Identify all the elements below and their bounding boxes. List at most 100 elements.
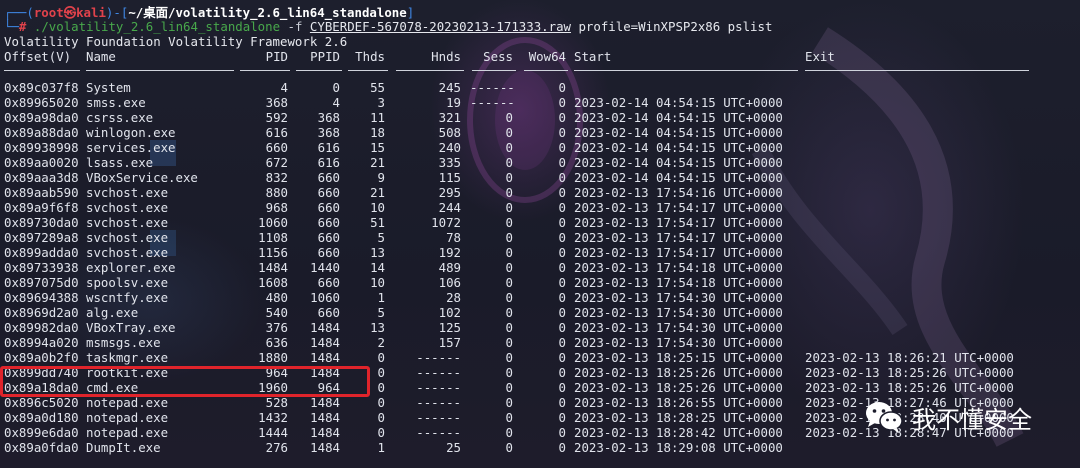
cell-pid: 1444 — [258, 425, 288, 440]
cell-ppid: 660 — [317, 215, 340, 230]
cell-ppid: 660 — [317, 275, 340, 290]
cell-offset: 0x89a0b2f0 — [4, 350, 79, 365]
cell-offset: 0x89aaa3d8 — [4, 170, 79, 185]
cell-thds: 21 — [370, 155, 385, 170]
cell-offset: 0x89a9f6f8 — [4, 200, 79, 215]
cell-thds: 51 — [370, 215, 385, 230]
cell-pid: 660 — [265, 140, 288, 155]
cell-name: VBoxService.exe — [86, 170, 198, 185]
cell-ppid: 660 — [317, 200, 340, 215]
cell-ppid: 616 — [317, 155, 340, 170]
cell-exit — [805, 290, 1025, 305]
command-flag: -f — [287, 19, 303, 34]
cell-wow64: 0 — [558, 245, 566, 260]
table-row: 0x89965020 smss.exe 368 4 3 19 ------ 0 2023-02-… — [0, 95, 1080, 110]
cell-offset: 0x89965020 — [4, 95, 79, 110]
cell-sess: 0 — [505, 260, 513, 275]
cell-offset: 0x89a0fda0 — [4, 440, 79, 455]
wechat-icon — [866, 402, 903, 433]
terminal-window[interactable]: ┌──(root㉿kali)-[~/桌面/volatility_2.6_lin6… — [0, 0, 1080, 468]
cell-ppid: 660 — [317, 170, 340, 185]
cell-start: 2023-02-14 04:54:15 UTC+0000 — [574, 155, 783, 170]
cell-name: svchost.exe — [86, 245, 169, 260]
cell-thds: 0 — [377, 410, 385, 425]
cell-sess: 0 — [505, 335, 513, 350]
cell-ppid: 660 — [317, 305, 340, 320]
cell-hnds: 1072 — [431, 215, 461, 230]
cell-hnds: ------ — [416, 380, 461, 395]
cell-sess: 0 — [505, 245, 513, 260]
cell-exit — [805, 80, 1025, 95]
cell-sess: 0 — [505, 395, 513, 410]
cell-wow64: 0 — [558, 365, 566, 380]
highlight-box — [0, 366, 370, 397]
cell-hnds: ------ — [416, 395, 461, 410]
cell-ppid: 1484 — [310, 335, 340, 350]
cell-ppid: 4 — [332, 95, 340, 110]
cell-offset: 0x89694388 — [4, 290, 79, 305]
table-row: 0x89982da0 VBoxTray.exe 376 1484 13 125 0 0 2023… — [0, 320, 1080, 335]
prompt-hash: # — [18, 19, 27, 34]
cell-name: svchost.exe — [86, 200, 169, 215]
cell-start: 2023-02-13 18:26:55 UTC+0000 — [574, 395, 783, 410]
cell-name: winlogon.exe — [86, 125, 176, 140]
cell-ppid: 616 — [317, 140, 340, 155]
cell-hnds: ------ — [416, 425, 461, 440]
cell-pid: 1432 — [258, 410, 288, 425]
cell-ppid: 368 — [317, 125, 340, 140]
cell-offset: 0x899e6da0 — [4, 425, 79, 440]
cell-start: 2023-02-13 18:28:25 UTC+0000 — [574, 410, 783, 425]
cell-sess: 0 — [505, 170, 513, 185]
cell-wow64: 0 — [558, 275, 566, 290]
cell-start: 2023-02-13 17:54:17 UTC+0000 — [574, 215, 783, 230]
cell-ppid: 1484 — [310, 425, 340, 440]
cell-wow64: 0 — [558, 110, 566, 125]
cell-sess: 0 — [505, 410, 513, 425]
cell-hnds: 78 — [446, 230, 461, 245]
cell-offset: 0x89982da0 — [4, 320, 79, 335]
cell-ppid: 1060 — [310, 290, 340, 305]
cell-pid: 1156 — [258, 245, 288, 260]
cell-exit — [805, 320, 1025, 335]
col-name: Name — [86, 49, 116, 64]
table-header: Offset(V) Name PID PPID Thds Hnds Sess W… — [0, 49, 1080, 65]
prompt-at-symbol: ㉿ — [63, 5, 77, 20]
cell-start: 2023-02-13 17:54:30 UTC+0000 — [574, 305, 783, 320]
cell-sess: 0 — [505, 140, 513, 155]
cell-sess: 0 — [505, 230, 513, 245]
cell-wow64: 0 — [558, 425, 566, 440]
cell-thds: 10 — [370, 275, 385, 290]
cell-exit — [805, 185, 1025, 200]
cell-exit — [805, 245, 1025, 260]
cell-hnds: 102 — [438, 305, 461, 320]
cell-hnds: 115 — [438, 170, 461, 185]
cell-name: notepad.exe — [86, 395, 169, 410]
cell-offset: 0x89a98da0 — [4, 110, 79, 125]
cell-sess: 0 — [505, 320, 513, 335]
cell-pid: 968 — [265, 200, 288, 215]
cell-start: 2023-02-14 04:54:15 UTC+0000 — [574, 125, 783, 140]
cell-pid: 4 — [280, 80, 288, 95]
cell-offset: 0x897075d0 — [4, 275, 79, 290]
cell-pid: 1608 — [258, 275, 288, 290]
cell-hnds: 28 — [446, 290, 461, 305]
cell-sess: 0 — [505, 125, 513, 140]
cell-hnds: 321 — [438, 110, 461, 125]
cell-name: lsass.exe — [86, 155, 154, 170]
cell-sess: 0 — [505, 185, 513, 200]
cell-thds: 0 — [377, 395, 385, 410]
cell-name: csrss.exe — [86, 110, 154, 125]
cell-thds: 0 — [377, 425, 385, 440]
cell-start: 2023-02-13 17:54:30 UTC+0000 — [574, 335, 783, 350]
cell-sess: 0 — [505, 275, 513, 290]
cell-exit: 2023-02-13 18:25:26 UTC+0000 — [805, 380, 1014, 395]
cell-wow64: 0 — [558, 260, 566, 275]
cell-start: 2023-02-14 04:54:15 UTC+0000 — [574, 110, 783, 125]
cell-name: explorer.exe — [86, 260, 176, 275]
table-row: 0x89aaa3d8 VBoxService.exe 832 660 9 115 0 0 202… — [0, 170, 1080, 185]
cell-name: svchost.exe — [86, 185, 169, 200]
cell-hnds: 335 — [438, 155, 461, 170]
cell-thds: 18 — [370, 125, 385, 140]
cell-start: 2023-02-13 18:28:42 UTC+0000 — [574, 425, 783, 440]
cell-wow64: 0 — [558, 395, 566, 410]
